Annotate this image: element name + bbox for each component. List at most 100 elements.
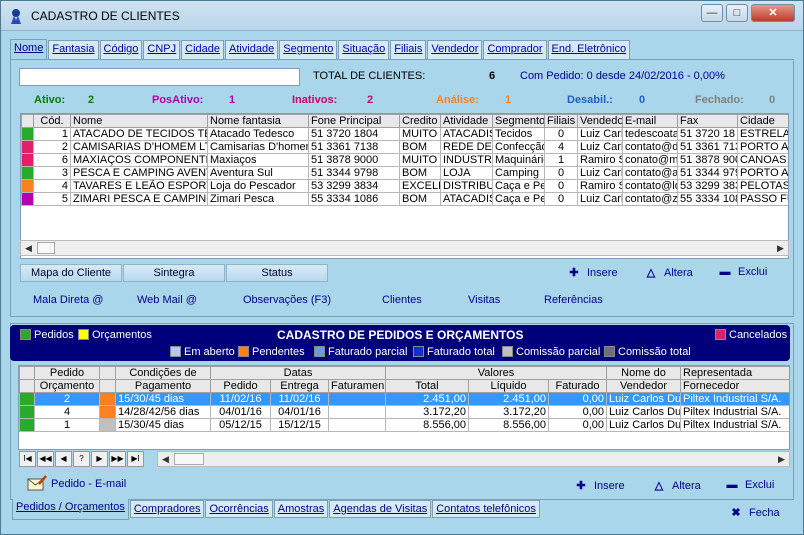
first-record-button[interactable]: I◀	[19, 451, 36, 467]
col-header[interactable]: Valores	[385, 366, 607, 380]
col-header[interactable]: Faturamen.	[328, 379, 386, 393]
prior-page-button[interactable]: ◀◀	[37, 451, 54, 467]
status-button[interactable]: Status	[226, 264, 328, 282]
scroll-left-icon[interactable]: ◀	[158, 452, 173, 466]
table-row[interactable]: 2 15/30/45 dias 11/02/16 11/02/16 2.451,00 2.…	[19, 392, 789, 406]
col-header[interactable]: Fax	[677, 114, 738, 128]
orders-table: Pedido Condições de Datas Valores Nome d…	[19, 366, 789, 432]
search-input[interactable]	[19, 68, 300, 86]
order-insert-button[interactable]: ✚ Insere	[574, 479, 624, 492]
tab-end-eletronico[interactable]: End. Eletrônico	[547, 40, 631, 59]
table-row[interactable]: 3 PESCA E CAMPING AVENT Aventura Sul 51 334…	[21, 166, 788, 180]
col-header[interactable]: Cód.	[33, 114, 71, 128]
col-header[interactable]: Entrega	[270, 379, 329, 393]
minimize-button[interactable]: —	[701, 4, 723, 22]
clients-grid[interactable]: Cód. Nome Nome fantasia Fone Principal C…	[20, 113, 789, 259]
tab-comprador[interactable]: Comprador	[483, 40, 547, 59]
tab-fantasia[interactable]: Fantasia	[48, 40, 99, 59]
referencias-link[interactable]: Referências	[544, 294, 603, 306]
table-row[interactable]: 4 TAVARES E LEÃO ESPORT Loja do Pescador 53…	[21, 179, 788, 193]
table-row[interactable]: 4 14/28/42/56 dias 04/01/16 04/01/16 3.172,2…	[19, 405, 789, 419]
tab-cidade[interactable]: Cidade	[181, 40, 224, 59]
table-row[interactable]: 2 CAMISARIAS D'HOMEM LT Camisarias D'homem…	[21, 140, 788, 154]
tab-ocorrencias[interactable]: Ocorrências	[205, 500, 273, 518]
col-header[interactable]: Faturado	[548, 379, 607, 393]
tab-cnpj[interactable]: CNPJ	[143, 40, 181, 59]
table-row[interactable]: 5 ZIMARI PESCA E CAMPING Zimari Pesca 55 33…	[21, 192, 788, 206]
orders-grid[interactable]: Pedido Condições de Datas Valores Nome d…	[18, 365, 790, 450]
col-header[interactable]: Total	[385, 379, 469, 393]
table-row[interactable]: 1 ATACADO DE TECIDOS TE Atacado Tedesco 51 …	[21, 127, 788, 141]
col-header[interactable]: E-mail	[622, 114, 678, 128]
pedido-email-label: Pedido - E-mail	[51, 478, 127, 490]
maximize-button[interactable]: □	[726, 4, 748, 22]
col-header[interactable]: Representada	[680, 366, 789, 380]
scroll-thumb[interactable]	[37, 242, 55, 254]
client-delete-button[interactable]: ▬ Exclui	[718, 266, 768, 278]
col-header[interactable]: Vendedor	[606, 379, 681, 393]
tab-pedidos-orcamentos[interactable]: Pedidos / Orçamentos	[12, 499, 129, 520]
col-header[interactable]: Vendedor	[577, 114, 623, 128]
last-record-button[interactable]: ▶I	[127, 451, 144, 467]
scroll-right-icon[interactable]: ▶	[773, 241, 788, 255]
tab-atividade[interactable]: Atividade	[225, 40, 279, 59]
observacoes-link[interactable]: Observações (F3)	[243, 294, 331, 306]
col-header[interactable]: Atividade	[440, 114, 493, 128]
next-page-button[interactable]: ▶▶	[109, 451, 126, 467]
col-header[interactable]: Segmento	[492, 114, 545, 128]
col-header[interactable]: Credito	[399, 114, 441, 128]
web-mail-link[interactable]: Web Mail @	[137, 294, 197, 306]
tab-compradores[interactable]: Compradores	[129, 500, 205, 518]
square-icon	[170, 346, 181, 357]
tab-segmento[interactable]: Segmento	[279, 40, 338, 59]
col-header[interactable]: Pedido	[34, 366, 100, 380]
table-row[interactable]: 1 15/30/45 dias 05/12/15 15/12/15 8.556,00 8.…	[19, 418, 789, 432]
tab-codigo[interactable]: Código	[99, 40, 143, 59]
scroll-thumb[interactable]	[174, 453, 204, 465]
clients-hscrollbar[interactable]: ◀ ▶	[20, 240, 789, 256]
col-header[interactable]: Pagamento	[115, 379, 211, 393]
table-cell: 04/01/16	[210, 405, 271, 419]
pedido-email-button[interactable]: Pedido - E-mail	[27, 475, 126, 491]
col-header[interactable]: Nome fantasia	[207, 114, 309, 128]
tab-amostras[interactable]: Amostras	[273, 500, 329, 518]
next-record-button[interactable]: ▶	[91, 451, 108, 467]
client-insert-button[interactable]: ✚ Insere	[567, 266, 617, 279]
tab-agendas-visitas[interactable]: Agendas de Visitas	[329, 500, 432, 518]
close-button[interactable]: ✖ Fecha	[729, 506, 779, 519]
tab-situacao[interactable]: Situação	[338, 40, 390, 59]
tab-nome[interactable]: Nome	[10, 39, 48, 59]
sintegra-button[interactable]: Sintegra	[123, 264, 225, 282]
col-header[interactable]: Orçamento	[34, 379, 100, 393]
order-edit-button[interactable]: △ Altera	[652, 479, 701, 492]
visitas-link[interactable]: Visitas	[468, 294, 500, 306]
mala-direta-link[interactable]: Mala Direta @	[33, 294, 103, 306]
col-header[interactable]: Filiais	[544, 114, 578, 128]
empty-cell	[544, 218, 578, 232]
prior-record-button[interactable]: ◀	[55, 451, 72, 467]
client-edit-button[interactable]: △ Altera	[644, 266, 693, 279]
map-button[interactable]: Mapa do Cliente	[20, 264, 122, 282]
fechado-value: 0	[769, 94, 776, 106]
col-header[interactable]: Cidade	[737, 114, 788, 128]
col-header[interactable]: Fornecedor	[680, 379, 789, 393]
tab-vendedor[interactable]: Vendedor	[427, 40, 483, 59]
scroll-right-icon[interactable]: ▶	[774, 452, 789, 466]
col-header[interactable]: Nome do	[606, 366, 681, 380]
tab-contatos-telefonicos[interactable]: Contatos telefônicos	[432, 500, 540, 518]
tab-filiais[interactable]: Filiais	[390, 40, 427, 59]
col-header[interactable]: Pedido	[210, 379, 271, 393]
col-header[interactable]: Nome	[70, 114, 208, 128]
table-cell: MAXIAÇOS COMPONENTE	[70, 153, 208, 167]
col-header[interactable]: Condições de	[115, 366, 211, 380]
scroll-left-icon[interactable]: ◀	[21, 241, 36, 255]
search-record-button[interactable]: ?	[73, 451, 90, 467]
col-header[interactable]: Líquido	[468, 379, 549, 393]
close-window-button[interactable]: ✕	[751, 4, 795, 22]
clientes-link[interactable]: Clientes	[382, 294, 422, 306]
table-row[interactable]: 6 MAXIAÇOS COMPONENTE Maxiaços 51 3878 9000…	[21, 153, 788, 167]
orders-hscrollbar[interactable]: ◀ ▶	[157, 451, 790, 467]
col-header[interactable]: Fone Principal	[308, 114, 400, 128]
order-delete-button[interactable]: ▬ Exclui	[725, 479, 775, 491]
col-header[interactable]: Datas	[210, 366, 386, 380]
